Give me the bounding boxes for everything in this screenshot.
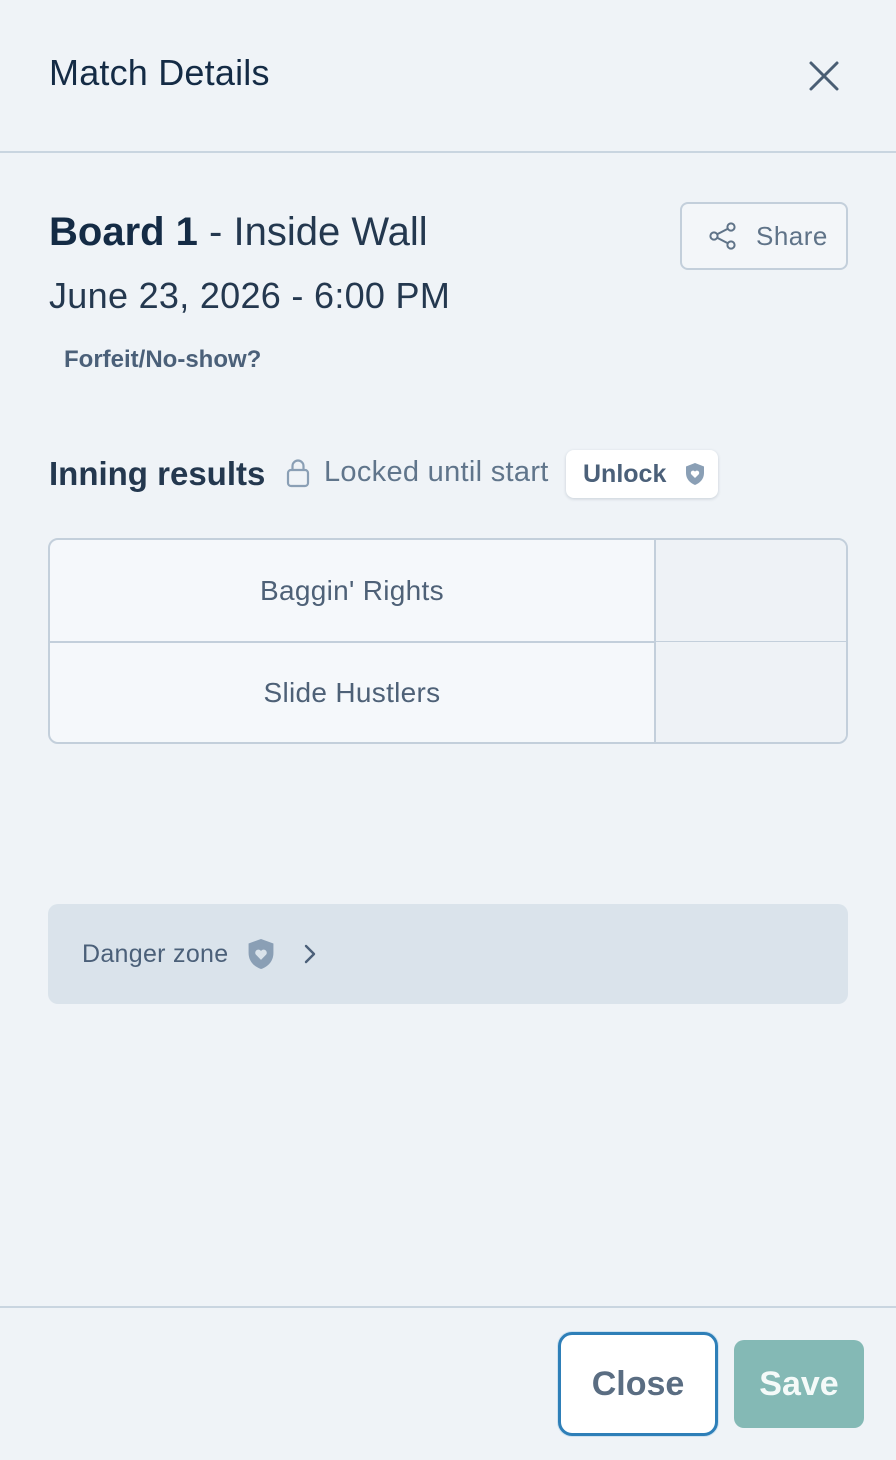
team-name-cell: Slide Hustlers — [50, 642, 656, 742]
close-icon[interactable] — [800, 52, 848, 100]
shield-heart-icon — [686, 463, 705, 485]
score-cell — [656, 642, 846, 742]
table-row: Slide Hustlers — [50, 642, 846, 742]
save-button[interactable]: Save — [734, 1340, 864, 1428]
board-name: Board 1 — [49, 210, 198, 254]
modal-header: Match Details — [0, 0, 896, 153]
inning-results-title: Inning results — [49, 455, 266, 492]
lock-icon — [286, 458, 310, 487]
match-datetime: June 23, 2026 - 6:00 PM — [49, 275, 451, 316]
danger-zone-label: Danger zone — [82, 939, 229, 968]
danger-zone-toggle[interactable]: Danger zone — [48, 904, 848, 1004]
shield-heart-icon — [249, 938, 274, 970]
chevron-right-icon — [305, 944, 316, 964]
table-row: Baggin' Rights — [50, 540, 846, 643]
unlock-button[interactable]: Unlock — [566, 450, 718, 498]
share-icon — [709, 222, 736, 250]
modal-title: Match Details — [49, 52, 270, 93]
forfeit-link[interactable]: Forfeit/No-show? — [64, 346, 261, 374]
share-label: Share — [756, 220, 828, 251]
inning-results-table: Baggin' Rights Slide Hustlers — [48, 538, 848, 744]
lock-status: Locked until start — [284, 456, 549, 489]
lock-status-text: Locked until start — [324, 456, 549, 488]
score-cell — [656, 540, 846, 641]
board-location: - Inside Wall — [197, 210, 428, 254]
board-heading: Board 1 - Inside Wall — [49, 210, 428, 255]
unlock-label: Unlock — [583, 459, 667, 488]
match-details-modal: Match Details Board 1 - Inside Wall June… — [0, 0, 896, 1460]
close-button[interactable]: Close — [558, 1332, 718, 1436]
share-button[interactable]: Share — [680, 202, 848, 270]
team-name-cell: Baggin' Rights — [50, 540, 656, 641]
